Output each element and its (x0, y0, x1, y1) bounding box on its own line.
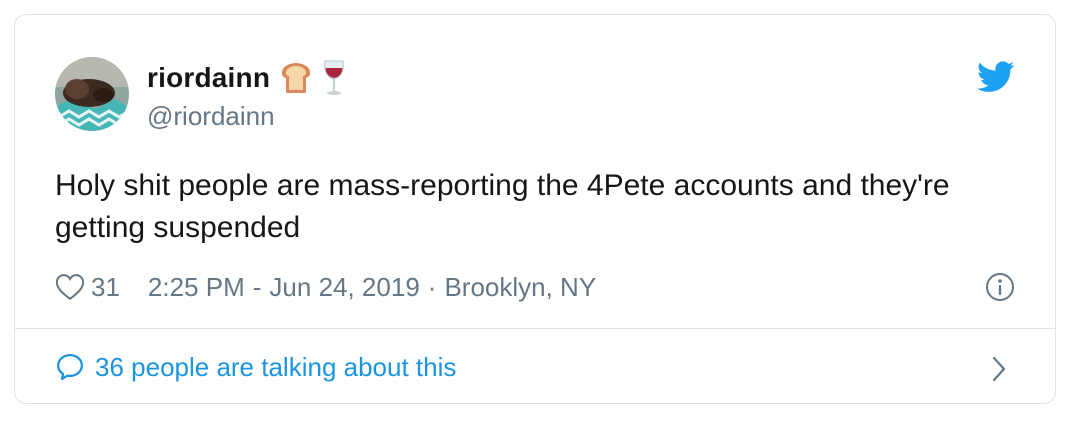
speech-bubble-icon (55, 352, 85, 382)
twitter-bird-icon[interactable] (977, 61, 1015, 98)
handle[interactable]: @riordainn (147, 101, 275, 132)
tweet-card[interactable]: riordainn @riordainn Holy shit people ar… (14, 14, 1056, 404)
like-count[interactable]: 31 (91, 272, 120, 303)
wine-glass-icon (322, 59, 346, 97)
conversation-text[interactable]: 36 people are talking about this (95, 352, 456, 383)
info-icon[interactable] (985, 272, 1015, 307)
tweet-date[interactable]: Jun 24, 2019 (269, 272, 419, 303)
heart-icon[interactable] (55, 273, 85, 301)
name-row: riordainn (147, 59, 346, 97)
tweet-location[interactable]: Brooklyn, NY (444, 272, 596, 303)
bread-icon (278, 61, 314, 95)
tweet-text: Holy shit people are mass-reporting the … (55, 169, 950, 244)
display-name[interactable]: riordainn (147, 62, 270, 94)
conversation-link[interactable]: 36 people are talking about this (55, 347, 456, 387)
divider (15, 328, 1055, 329)
avatar[interactable] (55, 57, 129, 131)
tweet-time[interactable]: 2:25 PM (148, 272, 245, 303)
chevron-right-icon[interactable] (991, 355, 1007, 388)
tweet-meta-row: 31 2:25 PM - Jun 24, 2019 · Brooklyn, NY (55, 267, 596, 307)
